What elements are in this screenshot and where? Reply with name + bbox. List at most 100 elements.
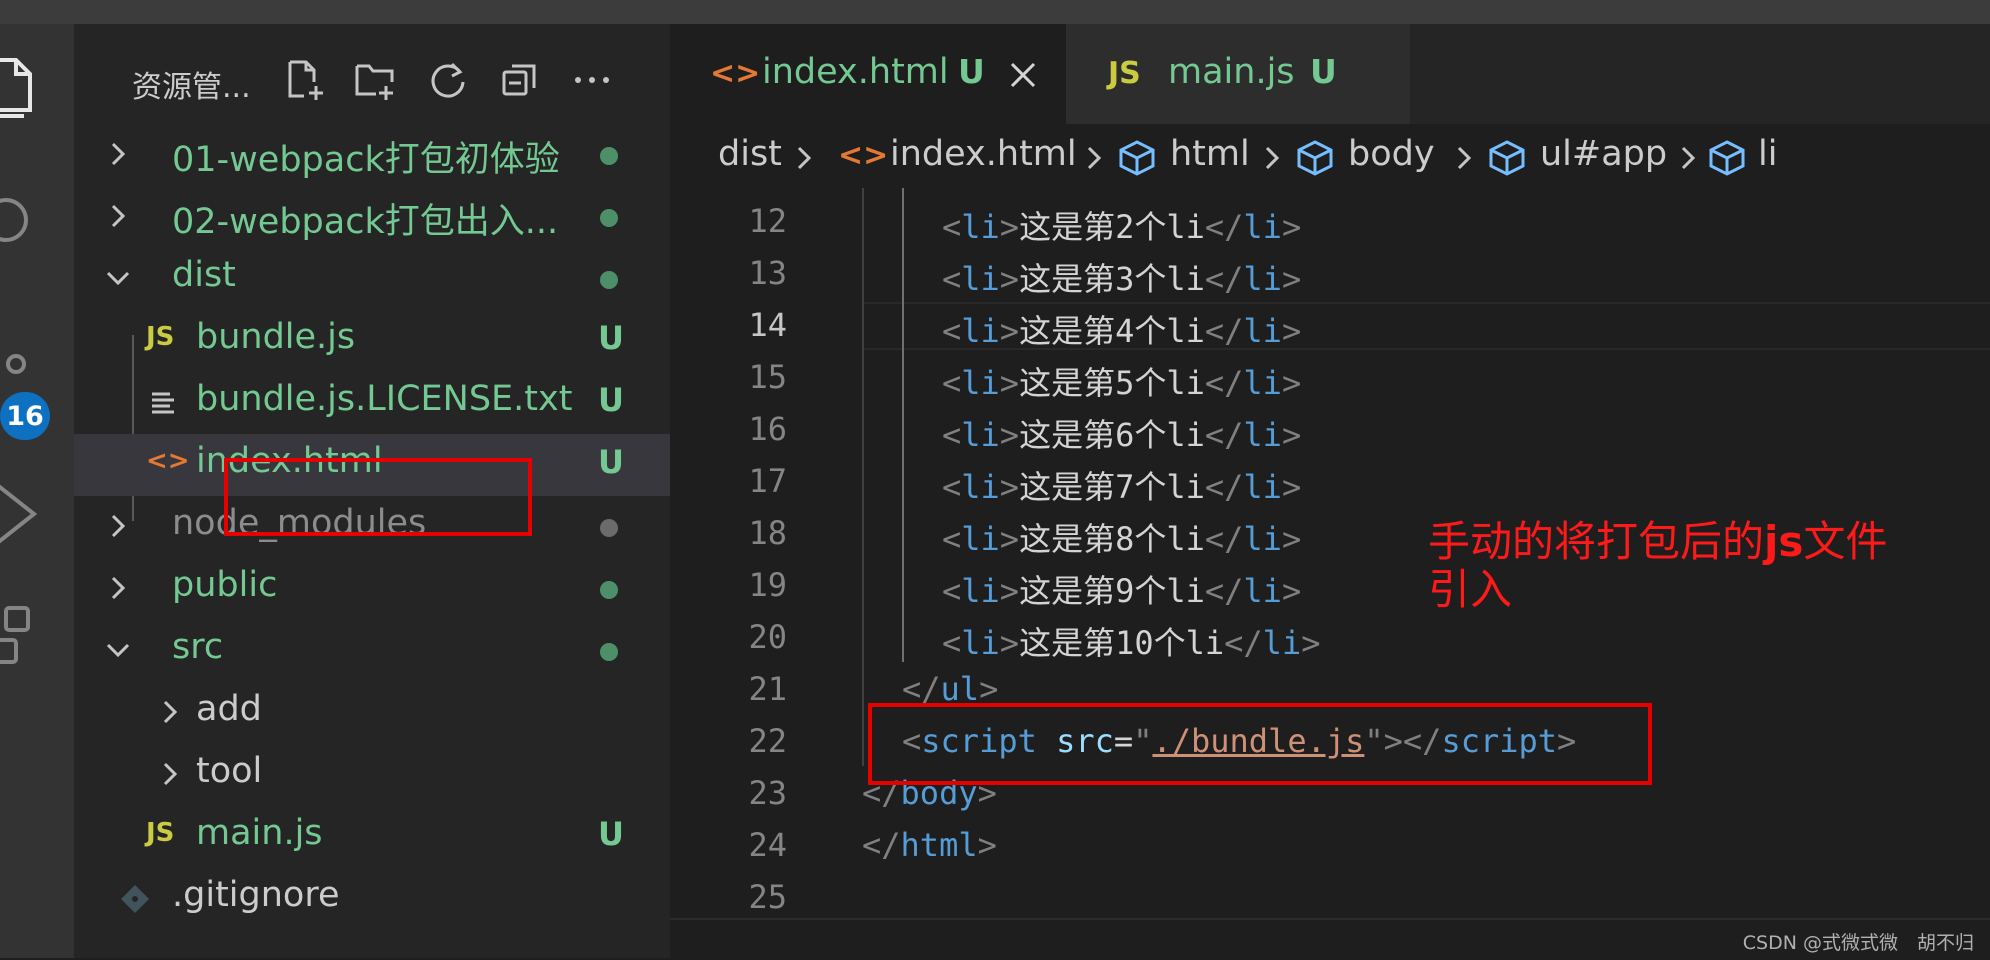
tree-label: bundle.js (196, 317, 356, 357)
chevron-down-icon (106, 271, 130, 286)
tree-label: 01-webpack打包初体验 (172, 140, 560, 180)
line-number: 21 (748, 670, 787, 708)
tree-file-bundle-license[interactable]: bundle.js.LICENSE.txt U (74, 372, 670, 434)
close-icon[interactable] (1008, 60, 1038, 90)
status-dot (600, 147, 618, 165)
chevron-right-icon (1087, 146, 1102, 170)
refresh-icon[interactable] (426, 58, 470, 102)
line-number: 15 (748, 358, 787, 396)
li-text: 这是第7个li (1019, 468, 1205, 506)
js-file-icon: JS (146, 818, 175, 848)
chevron-right-icon (1681, 146, 1696, 170)
html-file-icon: <> (838, 138, 889, 173)
tree-folder-tool[interactable]: tool (74, 744, 670, 806)
git-status: U (598, 381, 624, 419)
tree-label: src (172, 627, 224, 667)
title-bar (0, 0, 1990, 24)
tree-label: bundle.js.LICENSE.txt (196, 379, 573, 419)
tree-folder-02-webpack[interactable]: 02-webpack打包出入... (74, 186, 670, 248)
run-debug-icon[interactable] (0, 474, 44, 564)
tree-label: tool (196, 751, 263, 791)
new-folder-icon[interactable] (354, 58, 398, 102)
li-text: 这是第3个li (1019, 260, 1205, 298)
line-number: 12 (748, 202, 787, 240)
html-file-icon: <> (710, 56, 761, 91)
li-text: 这是第2个li (1019, 208, 1205, 246)
chevron-down-icon (106, 643, 130, 658)
script-highlight-box (868, 703, 1652, 785)
line-number: 14 (748, 306, 787, 344)
code-line: <li>这是第2个li</li> (942, 208, 1302, 246)
code-line: </html> (862, 826, 997, 864)
code-line: <li>这是第4个li</li> (942, 312, 1302, 350)
breadcrumb-item[interactable]: index.html (890, 134, 1077, 174)
annotation-line2: 引入 (1428, 565, 1513, 614)
chevron-right-icon (1265, 146, 1280, 170)
tree-folder-src[interactable]: src (74, 620, 670, 682)
explorer-icon[interactable] (0, 54, 38, 124)
git-status: U (598, 319, 624, 357)
tab-label: index.html (762, 52, 949, 92)
chevron-right-icon (1457, 146, 1472, 170)
code-line: <li>这是第8个li</li> (942, 520, 1302, 558)
line-number: 23 (748, 774, 787, 812)
tree-label: .gitignore (172, 875, 340, 915)
line-number: 22 (748, 722, 787, 760)
tree-file-main-js[interactable]: JS main.js U (74, 806, 670, 868)
code-line: <li>这是第6个li</li> (942, 416, 1302, 454)
search-icon[interactable] (0, 194, 40, 254)
annotation-text: 手动的将打包后的js文件 引入 (1428, 518, 1898, 614)
tree-folder-01-webpack[interactable]: 01-webpack打包初体验 (74, 124, 670, 186)
tree-label: dist (172, 255, 236, 295)
js-file-icon: JS (146, 322, 175, 352)
annotation-suffix: 文件 (1803, 517, 1888, 566)
breadcrumb: dist <> index.html html body ul#app li (670, 124, 1990, 188)
tree-file-gitignore[interactable]: .gitignore (74, 868, 670, 930)
line-number: 25 (748, 878, 787, 916)
line-number: 24 (748, 826, 787, 864)
html-file-icon: <> (146, 446, 190, 476)
tab-git-status: U (958, 52, 985, 91)
breadcrumb-item[interactable]: li (1758, 134, 1777, 174)
tab-git-status: U (1310, 52, 1337, 91)
tree-label: public (172, 565, 278, 605)
line-number: 20 (748, 618, 787, 656)
explorer-header: 资源管... (74, 50, 670, 110)
status-dot (600, 271, 618, 289)
tree-folder-dist[interactable]: dist (74, 248, 670, 310)
collapse-all-icon[interactable] (498, 58, 542, 102)
tree-folder-add[interactable]: add (74, 682, 670, 744)
li-text: 这是第9个li (1019, 572, 1205, 610)
source-control-icon[interactable] (0, 344, 36, 384)
new-file-icon[interactable] (284, 58, 328, 102)
li-text: 这是第6个li (1019, 416, 1205, 454)
git-status: U (598, 443, 624, 481)
symbol-element-icon (1119, 140, 1155, 176)
activity-bar: 16 (0, 24, 74, 958)
tab-label: main.js (1168, 52, 1295, 92)
tab-index-html[interactable]: <> index.html U (670, 24, 1066, 124)
tab-main-js[interactable]: JS main.js U (1066, 24, 1410, 124)
more-actions-icon[interactable] (570, 58, 614, 102)
extensions-icon[interactable] (0, 604, 44, 684)
line-number: 16 (748, 410, 787, 448)
chevron-right-icon (111, 142, 126, 166)
annotation-prefix: 手动的将打包后的 (1428, 517, 1765, 566)
chevron-right-icon (163, 762, 178, 786)
tree-label: add (196, 689, 262, 729)
breadcrumb-item[interactable]: dist (718, 134, 782, 174)
panel-area: CSDN @式微式微 胡不归 (670, 918, 1990, 960)
code-line: <li>这是第9个li</li> (942, 572, 1302, 610)
breadcrumb-item[interactable]: html (1170, 134, 1250, 174)
breadcrumb-item[interactable]: ul#app (1540, 134, 1667, 174)
tree-folder-public[interactable]: public (74, 558, 670, 620)
li-text: 这是第8个li (1019, 520, 1205, 558)
breadcrumb-item[interactable]: body (1348, 134, 1435, 174)
tree-file-bundle-js[interactable]: JS bundle.js U (74, 310, 670, 372)
editor-tabs: <> index.html U JS main.js U (670, 24, 1990, 124)
explorer-title: 资源管... (132, 70, 251, 105)
symbol-element-icon (1297, 140, 1333, 176)
code-line: <li>这是第5个li</li> (942, 364, 1302, 402)
explorer-sidebar: 资源管... 01-webpack打包初体验 02-webpack打包出入...… (74, 24, 670, 958)
chevron-right-icon (111, 576, 126, 600)
